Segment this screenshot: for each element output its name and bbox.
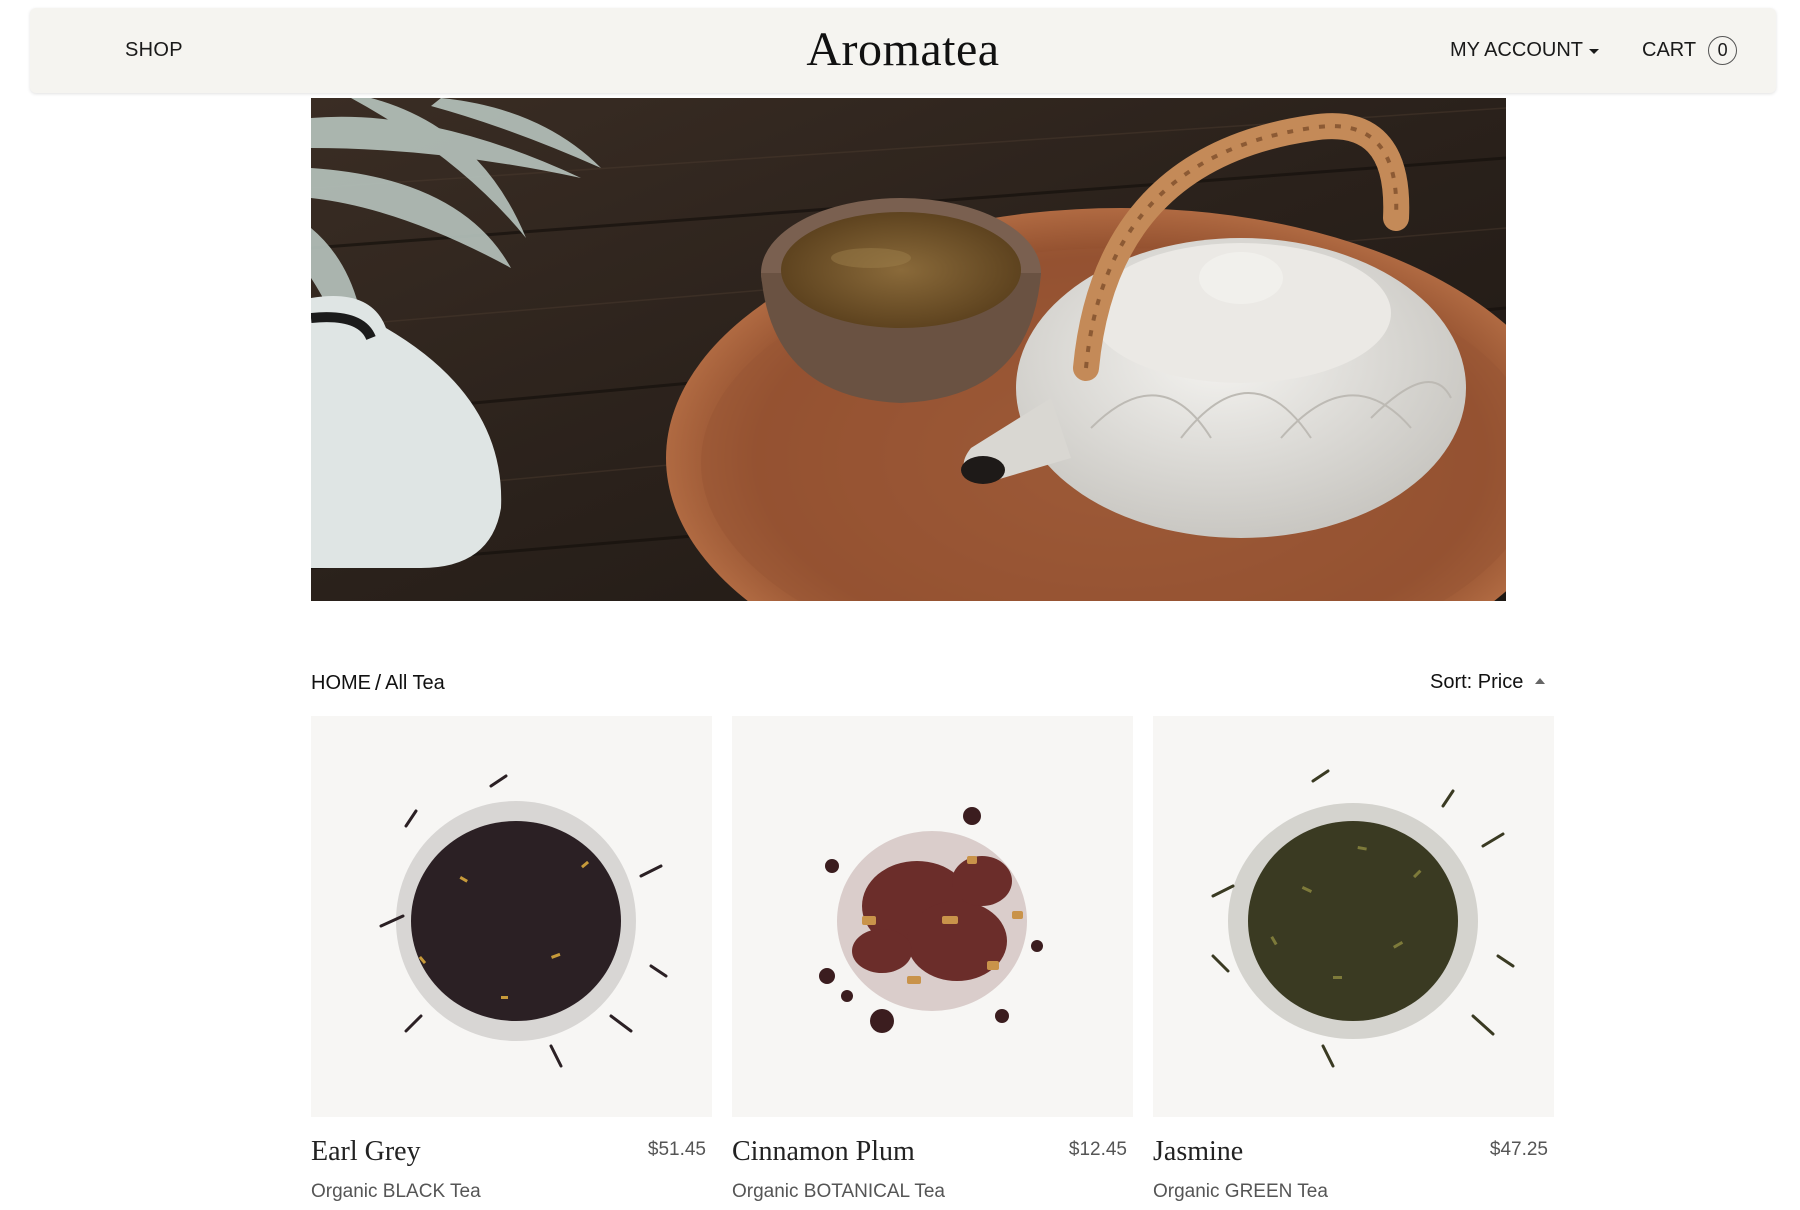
product-name[interactable]: Earl Grey	[311, 1136, 421, 1168]
teapot-illustration	[311, 98, 1506, 601]
product-card[interactable]: Cinnamon Plum $12.45 Organic BOTANICAL T…	[732, 716, 1133, 1202]
cart-label: CART	[1642, 39, 1697, 61]
cart-link[interactable]: CART 0	[1642, 36, 1738, 65]
my-account-menu[interactable]: MY ACCOUNT	[1450, 39, 1599, 62]
nav-shop-link[interactable]: SHOP	[125, 39, 183, 62]
product-name[interactable]: Jasmine	[1153, 1136, 1243, 1168]
product-subtitle: Organic BLACK Tea	[311, 1181, 481, 1202]
my-account-label: MY ACCOUNT	[1450, 39, 1583, 61]
product-image[interactable]	[311, 716, 712, 1117]
product-name[interactable]: Cinnamon Plum	[732, 1136, 915, 1168]
caret-down-icon	[1588, 49, 1599, 54]
breadcrumb-separator: /	[375, 670, 382, 695]
breadcrumb-home-link[interactable]: HOME	[311, 672, 371, 695]
site-header: SHOP Aromatea MY ACCOUNT CART 0	[30, 8, 1776, 93]
cart-count-badge: 0	[1708, 36, 1738, 65]
product-card[interactable]: Jasmine $47.25 Organic GREEN Tea	[1153, 716, 1554, 1202]
brand-name[interactable]: Aromatea	[806, 23, 999, 76]
product-card[interactable]: Earl Grey $51.45 Organic BLACK Tea	[311, 716, 712, 1202]
black-tea-leaves-image	[379, 774, 668, 1068]
product-subtitle: Organic BOTANICAL Tea	[732, 1181, 945, 1202]
green-tea-leaves-image	[1211, 769, 1515, 1068]
product-image[interactable]	[732, 716, 1133, 1117]
product-price: $12.45	[1068, 1139, 1127, 1160]
caret-up-icon	[1535, 678, 1546, 684]
product-image[interactable]	[1153, 716, 1554, 1117]
breadcrumb-current: All Tea	[385, 671, 445, 694]
sort-dropdown[interactable]: Sort: Price	[1430, 671, 1546, 694]
product-subtitle: Organic GREEN Tea	[1153, 1181, 1328, 1202]
hero-banner-image	[311, 98, 1506, 601]
sort-label: Sort: Price	[1430, 671, 1524, 693]
breadcrumb: HOME / All Tea	[311, 670, 445, 696]
product-price: $51.45	[647, 1139, 706, 1160]
product-price: $47.25	[1489, 1139, 1548, 1160]
botanical-tea-blend-image	[819, 807, 1043, 1033]
